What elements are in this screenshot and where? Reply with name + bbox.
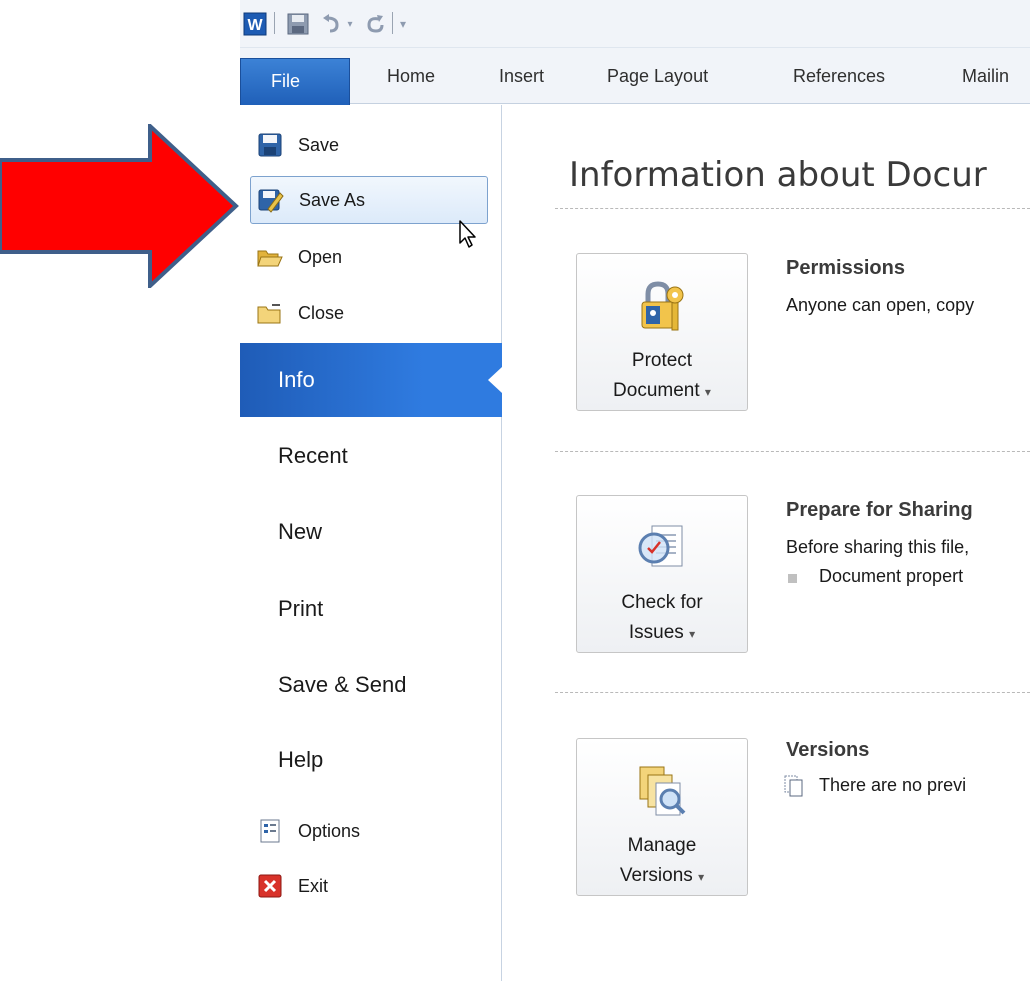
tab-insert[interactable]: Insert <box>499 62 544 90</box>
backstage-menu: Save Save As Open Close Info Recent New … <box>240 105 502 981</box>
exit-icon <box>256 872 284 900</box>
protect-document-button[interactable]: Protect Document ▾ <box>576 253 748 411</box>
save-icon <box>256 131 284 159</box>
inspect-document-icon <box>638 525 683 567</box>
info-panel: Information about Docur Protect Document… <box>503 105 1030 981</box>
manage-versions-label: Manage Versions ▾ <box>619 835 705 886</box>
divider <box>555 208 1030 209</box>
save-label: Save <box>298 134 340 155</box>
selection-notch <box>488 367 502 393</box>
close-command[interactable]: Close <box>250 289 488 337</box>
close-folder-icon <box>256 299 284 327</box>
nav-recent[interactable]: Recent <box>240 429 502 483</box>
undo-dropdown-icon[interactable]: ▾ <box>344 12 356 36</box>
exit-label: Exit <box>298 875 329 896</box>
options-icon <box>256 817 284 845</box>
nav-help[interactable]: Help <box>240 733 502 787</box>
customize-toolbar-icon[interactable]: ▾ <box>396 12 410 36</box>
tab-home[interactable]: Home <box>387 62 435 90</box>
divider <box>555 692 1030 693</box>
annotation-arrow-icon <box>0 124 239 288</box>
permissions-text: Anyone can open, copy <box>786 295 975 315</box>
tab-file[interactable]: File <box>240 58 350 106</box>
versions-icon <box>639 766 686 816</box>
manage-versions-button[interactable]: Manage Versions ▾ <box>576 738 748 896</box>
word-logo-icon[interactable]: W <box>242 12 268 36</box>
page-title: Information about Docur <box>569 155 987 195</box>
quick-access-toolbar: W ▾ ▾ <box>240 0 1030 48</box>
divider <box>555 451 1030 452</box>
check-for-issues-button[interactable]: Check for Issues ▾ <box>576 495 748 653</box>
versions-text: There are no previ <box>819 775 967 795</box>
ribbon-tab-bar: Home Insert Page Layout References Maili… <box>240 48 1030 104</box>
versions-heading: Versions <box>786 739 870 761</box>
nav-save-send[interactable]: Save & Send <box>240 658 502 712</box>
save-icon[interactable] <box>286 12 310 36</box>
nav-print[interactable]: Print <box>240 582 502 636</box>
save-command[interactable]: Save <box>250 121 488 169</box>
document-versions-icon <box>784 775 803 797</box>
save-as-command[interactable]: Save As <box>250 176 488 224</box>
save-as-label: Save As <box>299 189 366 210</box>
exit-command[interactable]: Exit <box>250 862 488 910</box>
open-label: Open <box>298 246 343 267</box>
nav-info[interactable]: Info <box>240 343 502 417</box>
lock-key-icon <box>641 281 684 331</box>
bullet-icon <box>788 574 797 583</box>
check-for-issues-label: Check for Issues ▾ <box>621 592 703 643</box>
save-as-icon <box>257 186 285 214</box>
nav-new[interactable]: New <box>240 505 502 559</box>
undo-icon[interactable] <box>320 12 342 36</box>
tab-references[interactable]: References <box>793 62 885 90</box>
tab-page-layout[interactable]: Page Layout <box>607 62 708 90</box>
protect-document-label: Protect Document ▾ <box>613 350 711 401</box>
options-label: Options <box>298 820 361 841</box>
redo-icon[interactable] <box>364 12 386 36</box>
prepare-sharing-text: Before sharing this file, <box>786 537 970 557</box>
prepare-sharing-heading: Prepare for Sharing <box>786 499 973 521</box>
open-command[interactable]: Open <box>250 233 488 281</box>
document-properties-text: Document propert <box>819 566 964 586</box>
svg-text:W: W <box>247 17 263 34</box>
close-label: Close <box>298 302 345 323</box>
permissions-heading: Permissions <box>786 257 905 279</box>
tab-mailings[interactable]: Mailin <box>962 62 1009 90</box>
open-folder-icon <box>256 243 284 271</box>
options-command[interactable]: Options <box>250 807 488 855</box>
